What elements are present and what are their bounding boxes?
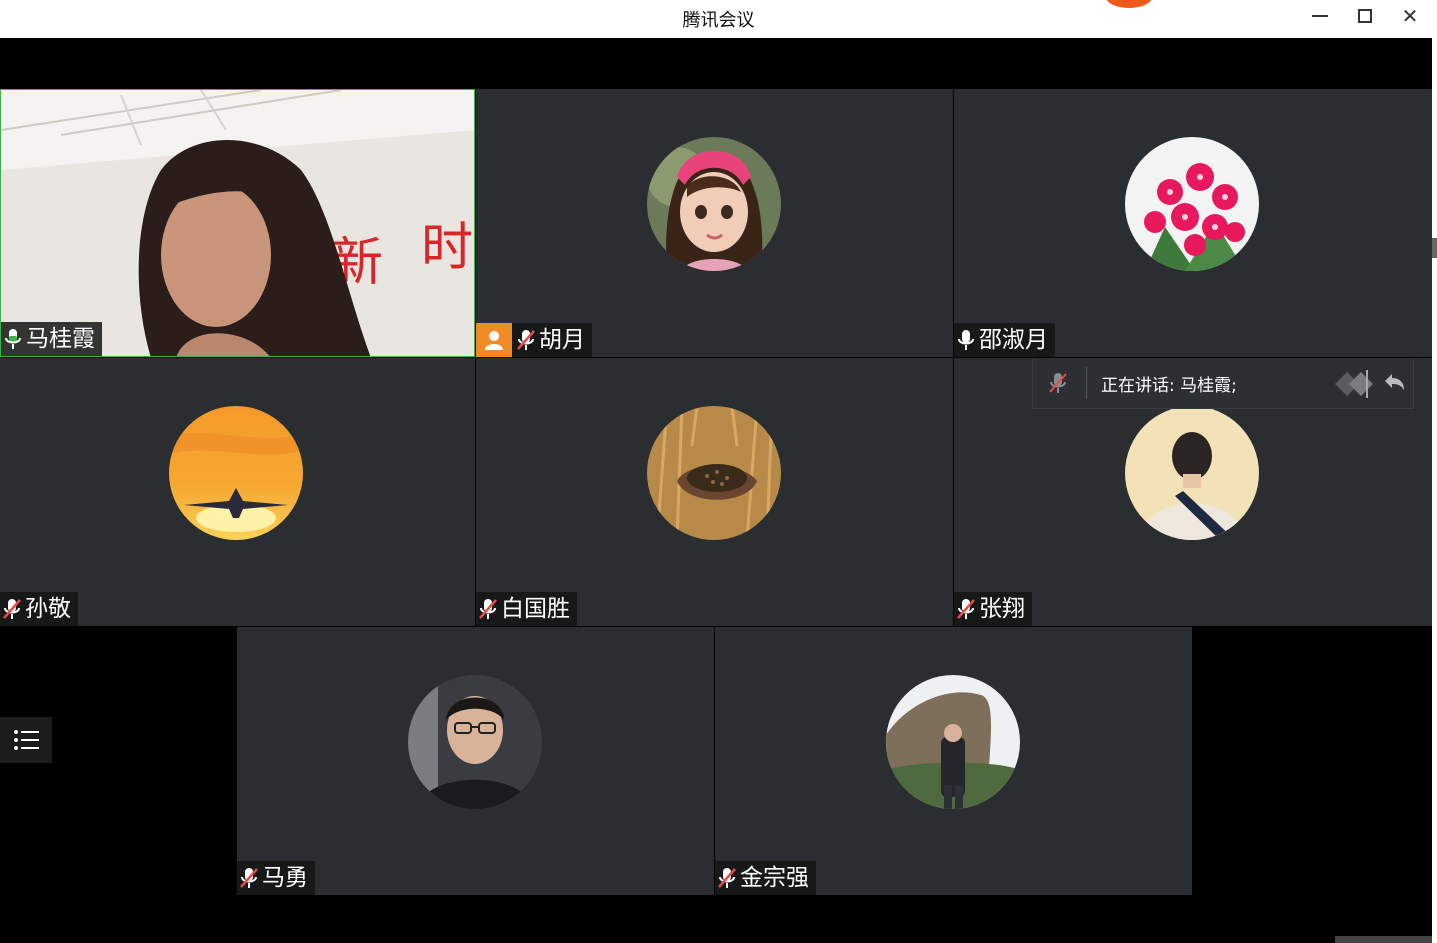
mic-on-icon bbox=[5, 329, 21, 349]
host-icon bbox=[476, 323, 512, 357]
minimize-button[interactable] bbox=[1305, 4, 1335, 28]
camera-video-frame: 新 时 bbox=[1, 90, 474, 356]
participant-nametag: 张翔 bbox=[954, 592, 1032, 626]
maximize-button[interactable] bbox=[1350, 4, 1380, 28]
mic-muted-icon bbox=[479, 599, 497, 619]
man-portrait-avatar-icon bbox=[408, 675, 542, 809]
mic-muted-icon bbox=[240, 868, 258, 888]
participant-name: 孙敬 bbox=[25, 596, 71, 622]
edge-handle[interactable] bbox=[1432, 238, 1437, 258]
mic-muted-icon bbox=[718, 868, 736, 888]
title-bar: 腾讯会议 ✕ bbox=[0, 0, 1437, 38]
mic-on-icon bbox=[958, 330, 974, 350]
man-by-rocks-avatar-icon bbox=[886, 675, 1020, 809]
participant-name: 胡月 bbox=[539, 327, 585, 353]
participant-name: 马桂霞 bbox=[26, 326, 95, 352]
wheat-grain-hands-avatar-icon bbox=[647, 406, 781, 540]
pink-flowers-avatar-icon bbox=[1125, 137, 1259, 271]
participant-nametag: 金宗强 bbox=[715, 861, 816, 895]
participant-nametag: 孙敬 bbox=[0, 592, 78, 626]
participant-nametag: 胡月 bbox=[476, 323, 592, 357]
participant-tile-hu-yue[interactable]: 胡月 bbox=[476, 89, 953, 357]
close-icon: ✕ bbox=[1401, 4, 1419, 28]
participant-nametag: 马桂霞 bbox=[1, 322, 102, 356]
video-stage: 新 时 马桂霞 胡月 邵淑月 孙敬 白国胜 张翔 马勇 金宗强 正在讲话: 马桂… bbox=[0, 38, 1432, 943]
separator bbox=[1086, 367, 1087, 399]
taskbar-fragment bbox=[1335, 936, 1432, 943]
speaking-text: 正在讲话: 马桂霞; bbox=[1101, 376, 1237, 396]
man-backpack-illustration-avatar-icon bbox=[1125, 406, 1259, 540]
mute-all-mic-icon[interactable] bbox=[1047, 371, 1069, 395]
window-title: 腾讯会议 bbox=[682, 10, 755, 31]
list-icon bbox=[14, 730, 39, 750]
participant-tile-shao-shuyue[interactable]: 邵淑月 bbox=[954, 89, 1432, 357]
airplane-sunset-avatar-icon bbox=[169, 406, 303, 540]
speaking-indicator-bar: 正在讲话: 马桂霞; bbox=[1032, 358, 1414, 409]
participant-nametag: 马勇 bbox=[237, 861, 315, 895]
svg-text:时: 时 bbox=[421, 218, 473, 278]
participant-list-button[interactable] bbox=[0, 717, 52, 763]
participant-tile-ma-yong[interactable]: 马勇 bbox=[237, 627, 714, 895]
participant-name: 张翔 bbox=[979, 596, 1025, 622]
close-button[interactable]: ✕ bbox=[1395, 4, 1425, 28]
participant-name: 白国胜 bbox=[501, 596, 570, 622]
drag-handle-icon[interactable] bbox=[1323, 368, 1383, 400]
mic-muted-icon bbox=[3, 599, 21, 619]
participant-tile-bai-guosheng[interactable]: 白国胜 bbox=[476, 358, 953, 626]
minimize-icon bbox=[1312, 15, 1328, 17]
girl-photo-avatar-icon bbox=[647, 137, 781, 271]
window-right-edge bbox=[1432, 38, 1437, 943]
participant-nametag: 白国胜 bbox=[476, 592, 577, 626]
participant-name: 马勇 bbox=[262, 865, 308, 891]
participant-name: 邵淑月 bbox=[979, 327, 1048, 353]
participant-nametag: 邵淑月 bbox=[954, 323, 1055, 357]
maximize-icon bbox=[1358, 9, 1372, 23]
undo-icon[interactable] bbox=[1381, 370, 1407, 396]
participant-tile-sun-jing[interactable]: 孙敬 bbox=[0, 358, 475, 626]
participant-name: 金宗强 bbox=[740, 865, 809, 891]
mic-muted-icon bbox=[957, 599, 975, 619]
participant-tile-jin-zongqiang[interactable]: 金宗强 bbox=[715, 627, 1192, 895]
mic-muted-icon bbox=[517, 330, 535, 350]
participant-tile-ma-guixia[interactable]: 新 时 马桂霞 bbox=[0, 89, 475, 357]
